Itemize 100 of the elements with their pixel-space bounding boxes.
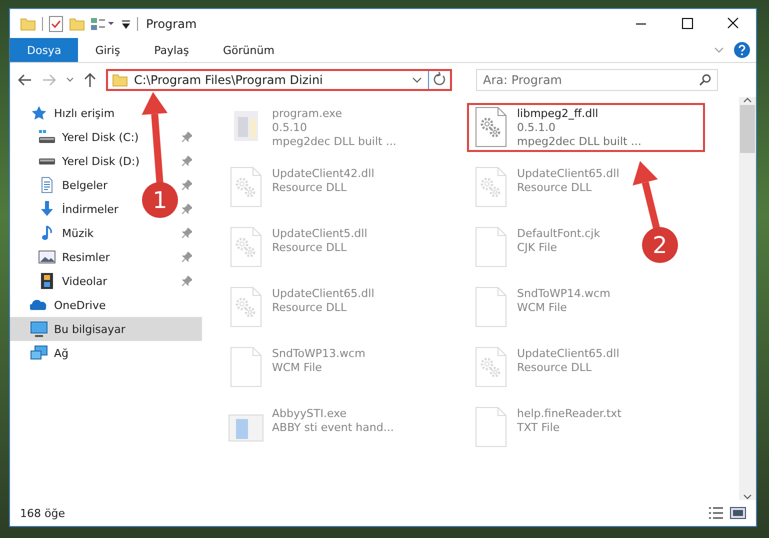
scroll-down-icon[interactable]	[743, 494, 752, 500]
file-name: libmpeg2_ff.dll	[517, 107, 600, 120]
sidebar-item[interactable]: Bu bilgisayar	[10, 317, 202, 341]
film-icon	[38, 273, 56, 289]
sidebar-label: Bu bilgisayar	[54, 322, 126, 336]
file-item[interactable]: DefaultFont.cjk CJK File	[467, 223, 606, 271]
sidebar-label: Hızlı erişim	[54, 106, 115, 120]
window-title: Program	[146, 16, 197, 30]
file-item[interactable]: SndToWP13.wcm WCM File	[222, 343, 372, 391]
sidebar-label: Ağ	[54, 346, 69, 360]
file-name: help.fineReader.txt	[517, 407, 622, 420]
address-path: C:\Program Files\Program Dizini	[134, 73, 324, 87]
file-detail: Resource DLL	[517, 181, 593, 194]
file-item[interactable]: UpdateClient5.dll Resource DLL	[222, 223, 374, 271]
gear-file-icon	[228, 227, 264, 267]
file-detail: CJK File	[517, 241, 558, 254]
sidebar-item[interactable]: Resimler	[10, 245, 116, 269]
file-name: UpdateClient42.dll	[272, 167, 374, 180]
sidebar-item[interactable]: Belgeler	[10, 173, 114, 197]
file-detail: mpeg2dec DLL built ...	[517, 135, 642, 148]
expand-ribbon-icon[interactable]	[714, 47, 724, 53]
cloud-icon	[30, 297, 48, 313]
file-detail: Resource DLL	[272, 301, 348, 314]
file-item[interactable]: UpdateClient65.dll Resource DLL	[467, 343, 626, 391]
file-name: SndToWP14.wcm	[517, 287, 610, 300]
search-icon	[699, 74, 711, 86]
gear-file-icon	[228, 287, 264, 327]
search-field[interactable]: Ara: Program	[476, 69, 718, 91]
back-icon[interactable]	[18, 74, 32, 86]
gear-file-icon	[228, 167, 264, 207]
file-detail: 0.5.10	[272, 121, 308, 134]
sidebar-label: Resimler	[62, 250, 110, 264]
gear-file-icon	[473, 347, 509, 387]
file-icon	[473, 287, 509, 327]
annotation-badge	[642, 227, 678, 263]
network-icon	[30, 345, 48, 361]
file-detail: WCM File	[517, 301, 568, 314]
sidebar-label: Yerel Disk (C:)	[62, 130, 139, 144]
monitor-icon	[30, 321, 48, 337]
sidebar-item[interactable]: OneDrive	[10, 293, 112, 317]
sidebar-item[interactable]: Yerel Disk (C:)	[10, 125, 145, 149]
file-icon	[473, 407, 509, 447]
item-count: 168 öğe	[20, 506, 65, 520]
file-detail: WCM File	[272, 361, 323, 374]
help-icon[interactable]	[734, 42, 750, 58]
file-name: UpdateClient65.dll	[517, 167, 620, 180]
gear-file-icon	[473, 167, 509, 207]
sidebar-label: Videolar	[62, 274, 108, 288]
sidebar-label: OneDrive	[54, 298, 106, 312]
file-item[interactable]: program.exe 0.5.10 mpeg2dec DLL built ...	[222, 103, 402, 152]
sidebar-item[interactable]: Yerel Disk (D:)	[10, 149, 146, 173]
file-item[interactable]: UpdateClient65.dll Resource DLL	[222, 283, 380, 331]
ribbon-tab[interactable]: Giriş	[78, 38, 138, 62]
details-view-icon[interactable]	[708, 506, 724, 520]
sidebar-item[interactable]: Hızlı erişim	[10, 101, 121, 125]
drive-icon	[38, 129, 56, 145]
file-item[interactable]: UpdateClient65.dll Resource DLL	[467, 163, 626, 211]
picture-icon	[38, 249, 56, 265]
file-detail: Resource DLL	[517, 361, 593, 374]
file-name: UpdateClient65.dll	[517, 347, 620, 360]
file-icon	[473, 227, 509, 267]
annotation-number: 2	[652, 233, 668, 259]
sidebar-label: İndirmeler	[62, 202, 118, 216]
dropdown-icon[interactable]	[412, 77, 422, 83]
large-icons-view-icon[interactable]	[730, 506, 746, 520]
scroll-thumb[interactable]	[740, 105, 755, 153]
ribbon-tab[interactable]: Paylaş	[137, 38, 206, 62]
file-item[interactable]: AbbyySTI.exe ABBY sti event hand...	[222, 403, 400, 451]
scroll-up-icon[interactable]	[743, 97, 752, 103]
sidebar-label: Müzik	[62, 226, 94, 240]
annotation-badge	[142, 182, 178, 218]
scrollbar[interactable]	[739, 97, 756, 500]
file-name: DefaultFont.cjk	[517, 227, 600, 240]
properties-icon[interactable]	[49, 16, 63, 32]
sidebar-item[interactable]: İndirmeler	[10, 197, 124, 221]
file-icon	[228, 347, 264, 387]
view-options-icon[interactable]	[91, 18, 115, 30]
annotation-number: 1	[152, 188, 168, 214]
drive-icon	[38, 158, 56, 164]
file-detail: Resource DLL	[272, 241, 348, 254]
file-item[interactable]: UpdateClient42.dll Resource DLL	[222, 163, 380, 211]
file-item[interactable]: SndToWP14.wcm WCM File	[467, 283, 616, 331]
ribbon-tab[interactable]: Görünüm	[206, 38, 292, 62]
recent-locations-icon[interactable]	[66, 77, 74, 83]
file-detail: Resource DLL	[272, 181, 348, 194]
address-bar[interactable]: C:\Program Files\Program Dizini	[106, 69, 452, 91]
file-name: UpdateClient65.dll	[272, 287, 374, 300]
sidebar-item[interactable]: Ağ	[10, 341, 75, 365]
file-item[interactable]: libmpeg2_ff.dll 0.5.1.0 mpeg2dec DLL built ...	[467, 103, 705, 152]
customize-toolbar-icon[interactable]	[121, 18, 131, 28]
up-icon[interactable]	[84, 73, 96, 87]
sidebar-label: Belgeler	[62, 178, 108, 192]
file-item[interactable]: help.fineReader.txt TXT File	[467, 403, 628, 451]
file-detail: 0.5.1.0	[517, 121, 556, 134]
sidebar-item[interactable]: Videolar	[10, 269, 114, 293]
folder-icon	[112, 73, 128, 87]
ribbon-tab[interactable]: Dosya	[10, 38, 78, 62]
sidebar-item[interactable]: Müzik	[10, 221, 100, 245]
new-folder-icon	[69, 16, 85, 30]
file-name: UpdateClient5.dll	[272, 227, 368, 240]
